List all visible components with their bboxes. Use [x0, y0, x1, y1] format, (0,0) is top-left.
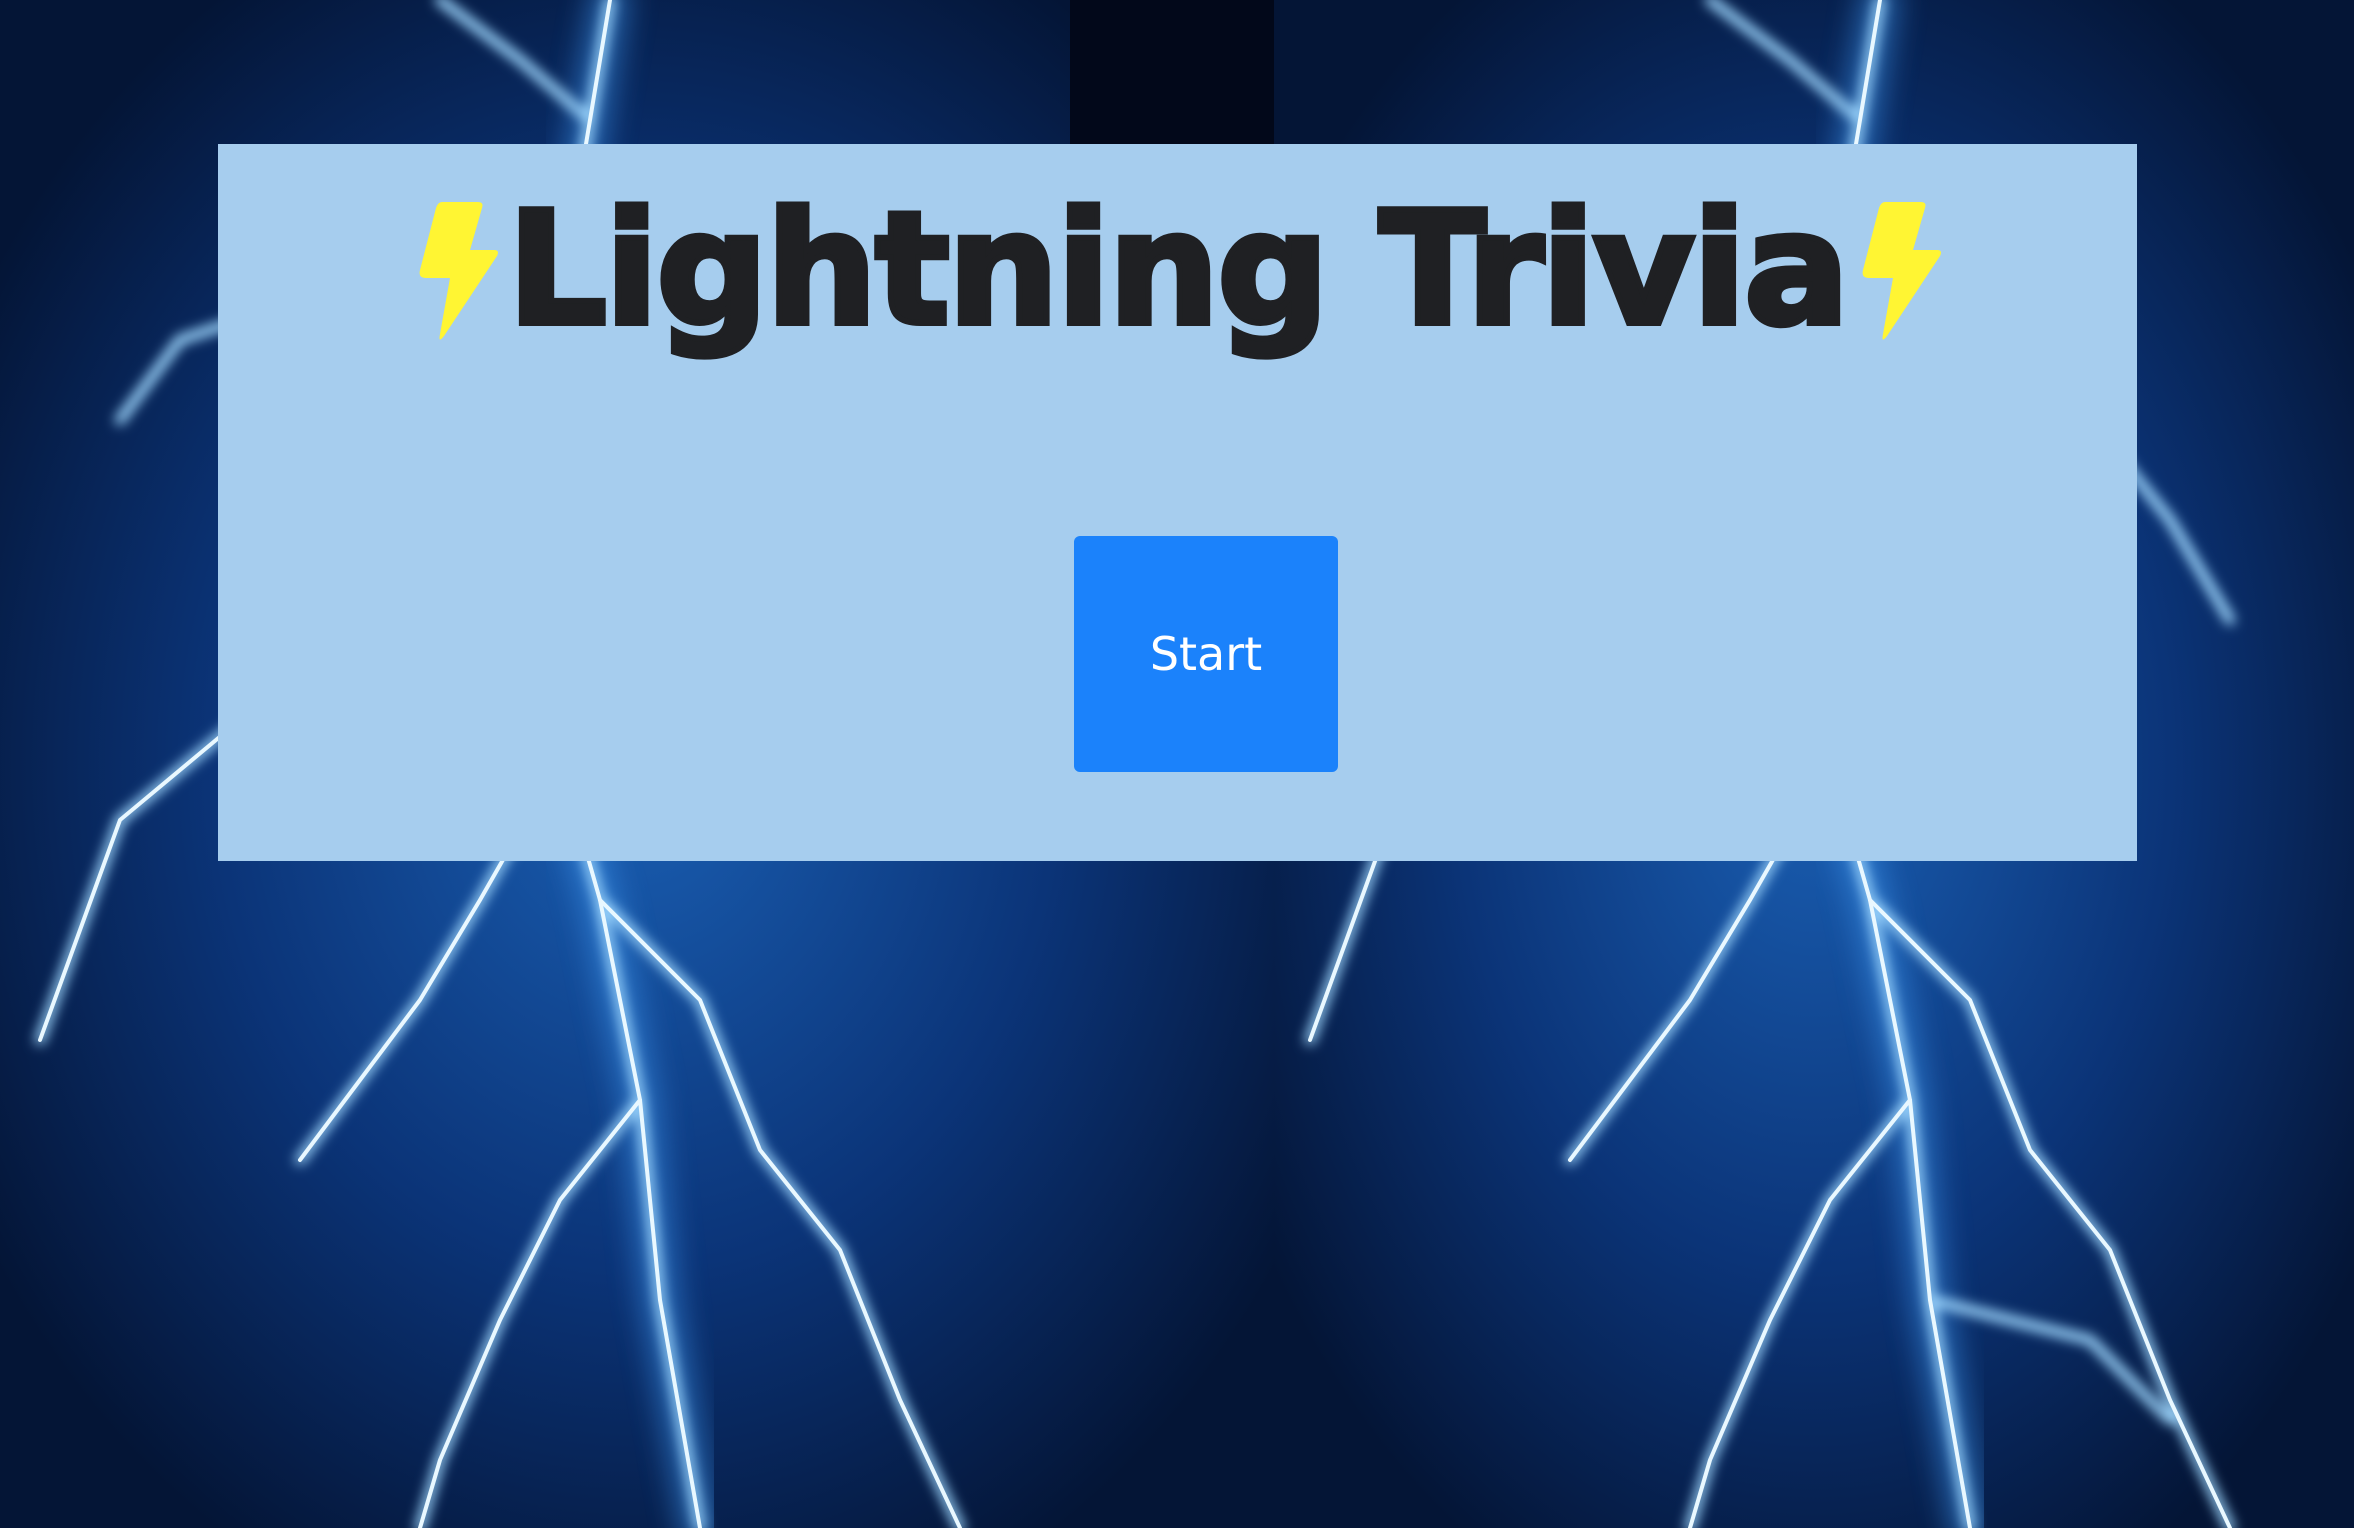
start-button[interactable]: Start	[1074, 536, 1338, 772]
page-title: Lightning Trivia	[218, 184, 2137, 354]
high-voltage-icon	[408, 194, 504, 344]
title-card: Lightning Trivia Start	[218, 144, 2137, 861]
high-voltage-icon	[1851, 194, 1947, 344]
title-text: Lightning Trivia	[505, 178, 1853, 360]
